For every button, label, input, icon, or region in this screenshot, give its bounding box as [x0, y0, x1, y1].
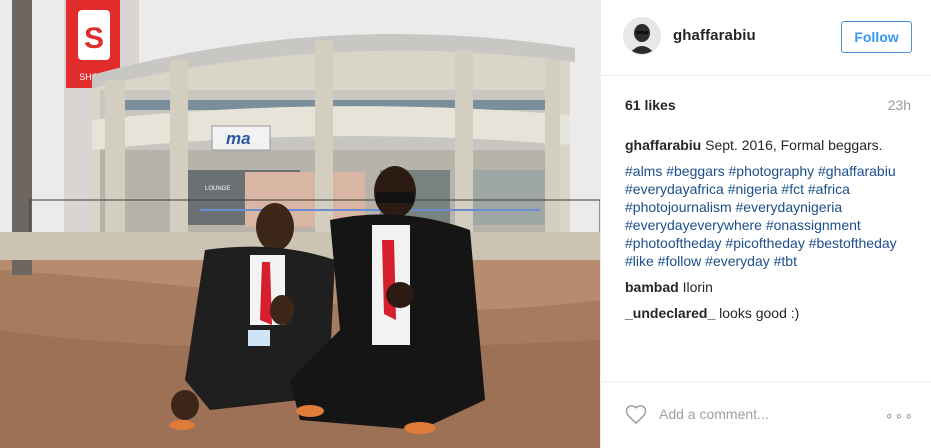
- more-options-icon[interactable]: ∘∘∘: [885, 407, 914, 424]
- caption-username[interactable]: ghaffarabiu: [625, 137, 701, 153]
- heart-icon-svg: [625, 405, 647, 425]
- shop-sign-letter: S: [84, 22, 104, 55]
- hashtags[interactable]: #alms #beggars #photography #ghaffarabiu…: [625, 162, 915, 270]
- comment-username[interactable]: bambad: [625, 279, 679, 295]
- post-header: ghaffarabiu Follow: [601, 0, 931, 76]
- comment-text: looks good :): [719, 305, 800, 321]
- comments-list: ghaffarabiu Sept. 2016, Formal beggars. …: [625, 136, 915, 330]
- building-sign: ma: [226, 129, 251, 148]
- heart-icon[interactable]: [625, 404, 647, 425]
- lounge-sign: LOUNGE: [205, 186, 230, 192]
- caption-text: Sept. 2016, Formal beggars.: [705, 137, 883, 153]
- add-comment-input[interactable]: Add a comment...: [659, 406, 769, 422]
- post-side-panel: ghaffarabiu Follow 61 likes 23h ghaffara…: [600, 0, 931, 448]
- likes-count[interactable]: 61 likes: [625, 97, 676, 113]
- post-photo[interactable]: S SHOP ma LOUNGE: [0, 0, 600, 448]
- avatar-image: [624, 18, 660, 54]
- follow-button[interactable]: Follow: [841, 21, 912, 53]
- comment-item: bambad Ilorin: [625, 278, 915, 296]
- avatar[interactable]: [623, 17, 661, 55]
- post-age[interactable]: 23h: [888, 97, 911, 113]
- caption: ghaffarabiu Sept. 2016, Formal beggars.: [625, 136, 915, 154]
- comment-username[interactable]: _undeclared_: [625, 305, 715, 321]
- post-footer: Add a comment... ∘∘∘: [601, 381, 931, 448]
- comment-text: Ilorin: [682, 279, 713, 295]
- instagram-post-viewer: S SHOP ma LOUNGE: [0, 0, 931, 448]
- comment-item: _undeclared_ looks good :): [625, 304, 915, 322]
- photo-illustration: S SHOP ma LOUNGE: [0, 0, 600, 448]
- username[interactable]: ghaffarabiu: [673, 27, 756, 44]
